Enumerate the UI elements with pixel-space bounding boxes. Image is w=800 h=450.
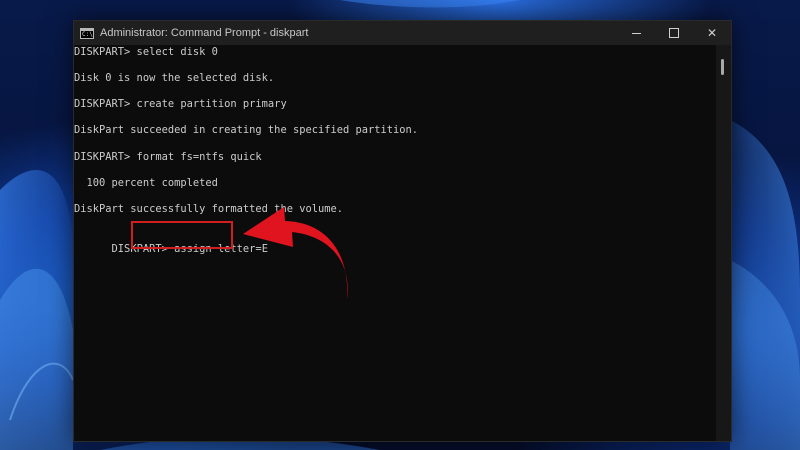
- annotation-arrow: [243, 207, 348, 300]
- red-arrow-icon: [243, 207, 348, 300]
